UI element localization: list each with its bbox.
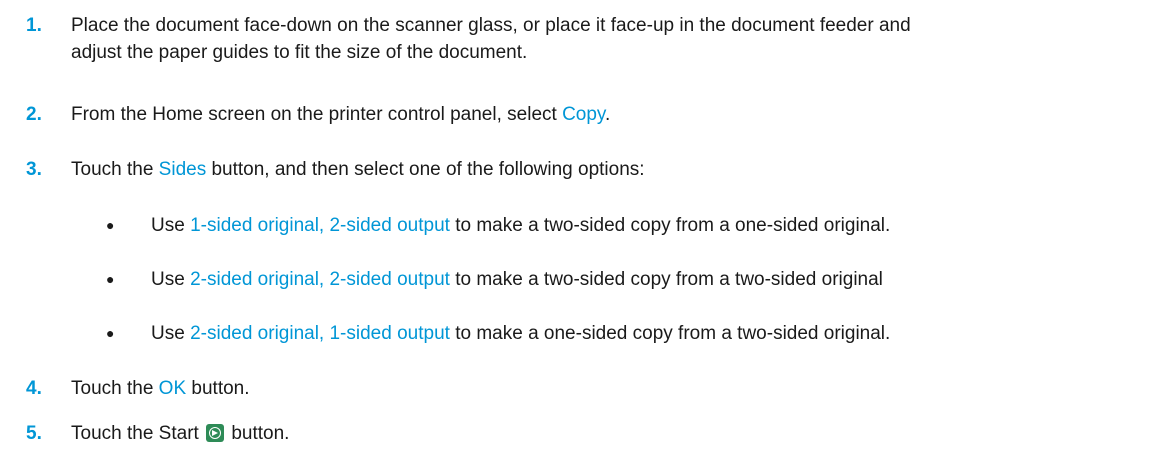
start-icon xyxy=(206,424,225,442)
step-text-pre: Touch the Start xyxy=(71,423,205,444)
option-text-pre: Use xyxy=(151,323,191,344)
step-text: Touch the OK button. xyxy=(71,375,1141,402)
step-text-post: button. xyxy=(226,423,290,444)
option-text: Use 1-sided original, 2-sided output to … xyxy=(151,212,1151,239)
ok-link[interactable]: OK xyxy=(159,378,186,399)
step-text: Place the document face-down on the scan… xyxy=(71,12,1141,66)
copy-link[interactable]: Copy xyxy=(562,104,605,125)
option-text: Use 2-sided original, 2-sided output to … xyxy=(151,266,1151,293)
bullet-icon: ● xyxy=(106,217,115,233)
step-number: 5. xyxy=(26,423,42,444)
step-text-post: . xyxy=(605,104,611,125)
step-text-pre: Touch the xyxy=(71,378,159,399)
option-text-pre: Use xyxy=(151,269,191,290)
step-line: Place the document face-down on the scan… xyxy=(71,15,911,36)
bullet-icon: ● xyxy=(106,325,115,341)
option-link[interactable]: 1-sided original, 2-sided output xyxy=(190,215,450,236)
option-link[interactable]: 2-sided original, 1-sided output xyxy=(190,323,450,344)
sides-link[interactable]: Sides xyxy=(159,159,207,180)
option-text: Use 2-sided original, 1-sided output to … xyxy=(151,320,1151,347)
option-link[interactable]: 2-sided original, 2-sided output xyxy=(190,269,450,290)
step-number: 1. xyxy=(26,15,42,36)
step-number: 2. xyxy=(26,104,42,125)
option-text-post: to make a two-sided copy from a one-side… xyxy=(449,215,891,236)
step-text-post: button, and then select one of the follo… xyxy=(206,159,645,180)
instruction-document: 1. Place the document face-down on the s… xyxy=(0,0,1161,459)
step-text-pre: Touch the xyxy=(71,159,159,180)
step-number: 4. xyxy=(26,378,42,399)
step-text-pre: From the Home screen on the printer cont… xyxy=(71,104,563,125)
step-text-post: button. xyxy=(186,378,250,399)
option-text-post: to make a two-sided copy from a two-side… xyxy=(449,269,883,290)
option-text-post: to make a one-sided copy from a two-side… xyxy=(449,323,891,344)
step-line: adjust the paper guides to fit the size … xyxy=(71,42,528,63)
step-text: From the Home screen on the printer cont… xyxy=(71,101,1141,128)
step-text: Touch the Start button. xyxy=(71,420,1141,447)
step-text: Touch the Sides button, and then select … xyxy=(71,156,1141,183)
bullet-icon: ● xyxy=(106,271,115,287)
option-text-pre: Use xyxy=(151,215,191,236)
step-number: 3. xyxy=(26,159,42,180)
